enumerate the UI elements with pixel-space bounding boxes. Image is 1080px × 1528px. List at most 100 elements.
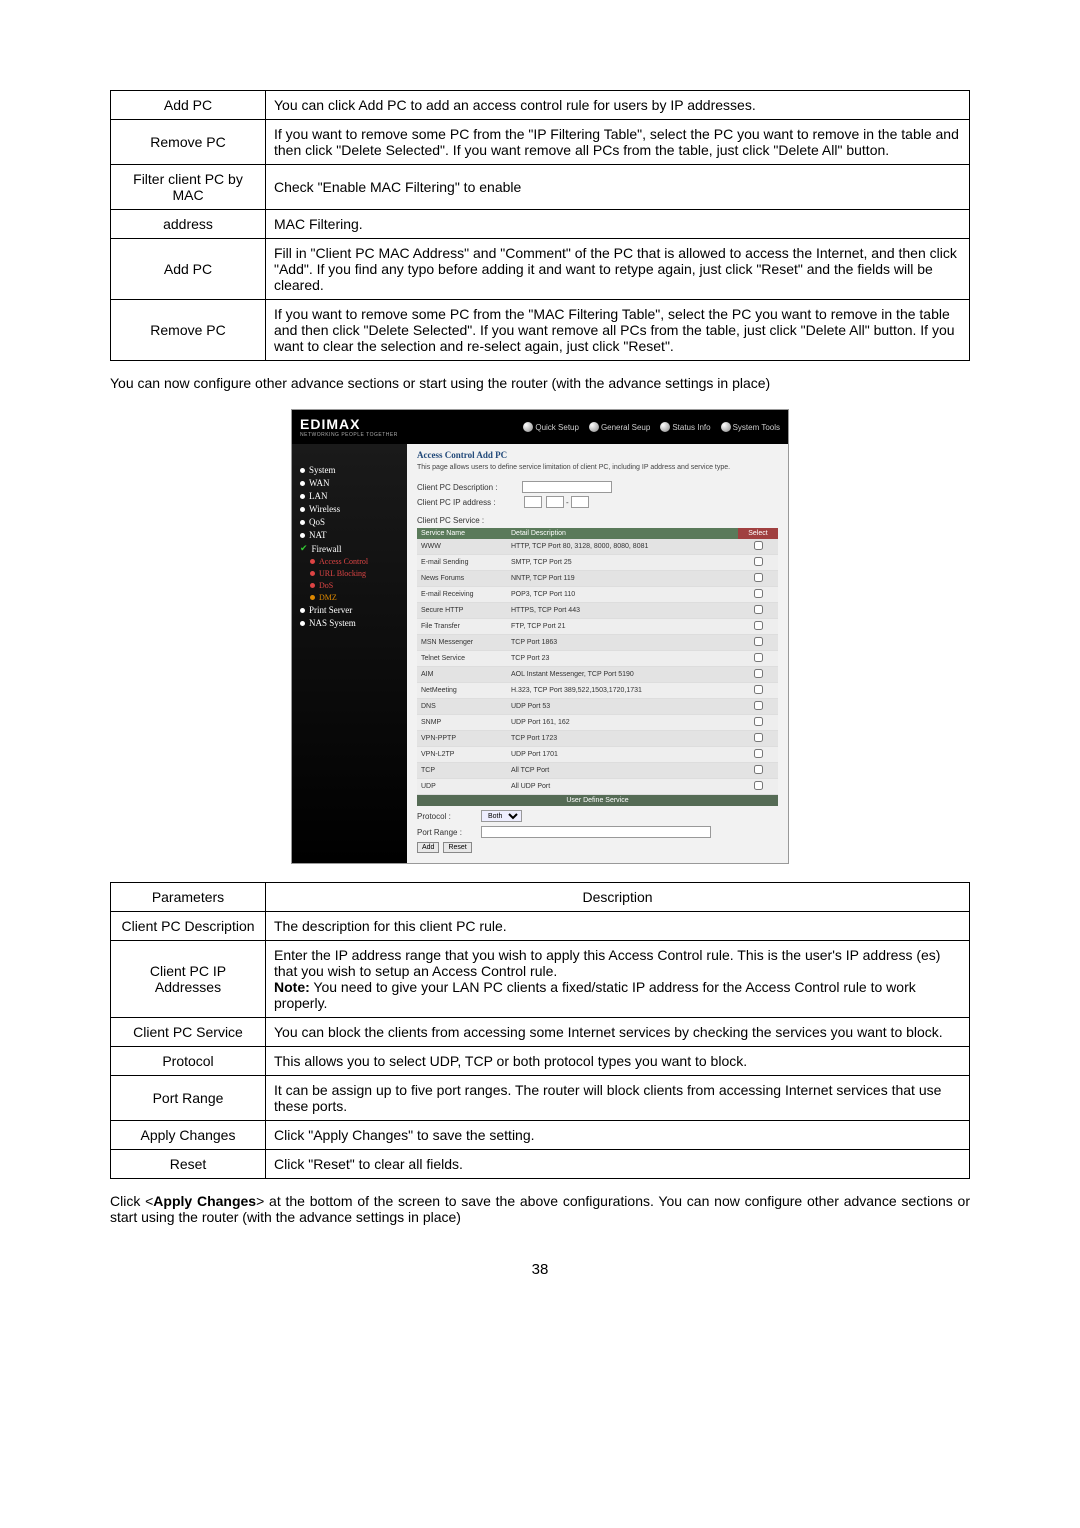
field-label-desc: Client PC Description : [417, 483, 522, 492]
table-row-param: Reset [111, 1150, 266, 1179]
sidebar-label: NAS System [309, 618, 356, 628]
table-row-desc: Click "Apply Changes" to save the settin… [266, 1121, 970, 1150]
sidebar-item[interactable]: Print Server [300, 605, 399, 615]
ip-input-1[interactable] [524, 496, 542, 508]
table-row-desc: You can block the clients from accessing… [266, 1018, 970, 1047]
svc-header-select: Select [738, 528, 778, 539]
sidebar-item[interactable]: Wireless [300, 504, 399, 514]
nav-label: Status Info [672, 423, 710, 432]
service-detail: SMTP, TCP Port 25 [507, 555, 738, 571]
service-row: VPN-PPTPTCP Port 1723 [417, 731, 778, 747]
service-checkbox[interactable] [754, 669, 763, 678]
service-row: E-mail ReceivingPOP3, TCP Port 110 [417, 587, 778, 603]
user-define-service-header: User Define Service [417, 795, 778, 806]
service-detail: All UDP Port [507, 779, 738, 795]
nav-item[interactable]: Status Info [660, 422, 710, 432]
bullet-icon [310, 583, 315, 588]
service-detail: AOL Instant Messenger, TCP Port 5190 [507, 667, 738, 683]
service-detail: HTTPS, TCP Port 443 [507, 603, 738, 619]
service-checkbox[interactable] [754, 621, 763, 630]
service-checkbox[interactable] [754, 605, 763, 614]
table-row-desc: Fill in "Client PC MAC Address" and "Com… [266, 239, 970, 300]
sidebar-label: NAT [309, 530, 327, 540]
sidebar-label: Wireless [309, 504, 340, 514]
ss-header: EDIMAX NETWORKING PEOPLE TOGETHER Quick … [292, 410, 788, 444]
bottom-parameters-table: Parameters Description Client PC Descrip… [110, 882, 970, 1179]
service-row: MSN MessengerTCP Port 1863 [417, 635, 778, 651]
service-row: UDPAll UDP Port [417, 779, 778, 795]
table-row-param: Port Range [111, 1076, 266, 1121]
ip-input-2[interactable] [546, 496, 564, 508]
ss-page-title: Access Control Add PC [417, 450, 778, 460]
service-row: TCPAll TCP Port [417, 763, 778, 779]
service-checkbox[interactable] [754, 541, 763, 550]
ss-sidebar: System WAN LAN Wireless QoS NAT ✔ Firewall Ac… [292, 444, 407, 863]
service-detail: NNTP, TCP Port 119 [507, 571, 738, 587]
service-checkbox[interactable] [754, 589, 763, 598]
service-checkbox[interactable] [754, 781, 763, 790]
service-checkbox[interactable] [754, 685, 763, 694]
sidebar-label: QoS [309, 517, 325, 527]
nav-item[interactable]: General Seup [589, 422, 650, 432]
service-row: File TransferFTP, TCP Port 21 [417, 619, 778, 635]
table-row-param: Add PC [111, 91, 266, 120]
sidebar-label: DoS [319, 581, 333, 590]
sidebar-item[interactable]: NAS System [300, 618, 399, 628]
nav-item[interactable]: System Tools [721, 422, 780, 432]
port-range-input[interactable] [481, 826, 711, 838]
sidebar-label: Access Control [319, 557, 368, 566]
service-detail: All TCP Port [507, 763, 738, 779]
sidebar-sub-item[interactable]: URL Blocking [310, 569, 399, 578]
sidebar-item[interactable]: LAN [300, 491, 399, 501]
sidebar-sub-item[interactable]: DMZ [310, 593, 399, 602]
service-detail: TCP Port 1723 [507, 731, 738, 747]
ss-top-nav: Quick Setup General Seup Status Info System… [523, 422, 780, 432]
service-detail: TCP Port 23 [507, 651, 738, 667]
service-checkbox[interactable] [754, 557, 763, 566]
ip-input-3[interactable] [571, 496, 589, 508]
logo-subtitle: NETWORKING PEOPLE TOGETHER [300, 432, 398, 438]
service-name: VPN-L2TP [417, 747, 507, 763]
service-checkbox[interactable] [754, 749, 763, 758]
service-name: E-mail Receiving [417, 587, 507, 603]
sidebar-item[interactable]: WAN [300, 478, 399, 488]
service-checkbox[interactable] [754, 653, 763, 662]
service-name: DNS [417, 699, 507, 715]
service-name: E-mail Sending [417, 555, 507, 571]
service-name: VPN-PPTP [417, 731, 507, 747]
sidebar-label: DMZ [319, 593, 337, 602]
service-row: WWWHTTP, TCP Port 80, 3128, 8000, 8080, … [417, 539, 778, 555]
nav-label: Quick Setup [535, 423, 579, 432]
reset-button[interactable]: Reset [443, 842, 471, 853]
bullet-icon [300, 481, 305, 486]
service-checkbox[interactable] [754, 765, 763, 774]
service-checkbox[interactable] [754, 701, 763, 710]
service-row: VPN-L2TPUDP Port 1701 [417, 747, 778, 763]
sidebar-label: URL Blocking [319, 569, 366, 578]
sidebar-item[interactable]: System [300, 465, 399, 475]
table-row-param: Protocol [111, 1047, 266, 1076]
sidebar-sub-item[interactable]: DoS [310, 581, 399, 590]
protocol-select[interactable]: Both [481, 810, 522, 822]
table-row-desc: It can be assign up to five port ranges.… [266, 1076, 970, 1121]
sidebar-item-firewall[interactable]: ✔ Firewall [300, 543, 399, 554]
sidebar-sub-item[interactable]: Access Control [310, 557, 399, 566]
table-row-desc: Check "Enable MAC Filtering" to enable [266, 165, 970, 210]
nav-item[interactable]: Quick Setup [523, 422, 579, 432]
client-pc-description-input[interactable] [522, 481, 612, 493]
service-checkbox[interactable] [754, 717, 763, 726]
service-table: Service Name Detail Description Select W… [417, 528, 778, 795]
service-detail: UDP Port 161, 162 [507, 715, 738, 731]
sidebar-item[interactable]: NAT [300, 530, 399, 540]
table-row-desc: If you want to remove some PC from the "… [266, 120, 970, 165]
service-name: TCP [417, 763, 507, 779]
service-name: MSN Messenger [417, 635, 507, 651]
add-button[interactable]: Add [417, 842, 439, 853]
service-checkbox[interactable] [754, 733, 763, 742]
service-checkbox[interactable] [754, 573, 763, 582]
ss-page-desc: This page allows users to define service… [417, 464, 778, 471]
table-row-desc: If you want to remove some PC from the "… [266, 300, 970, 361]
service-checkbox[interactable] [754, 637, 763, 646]
sidebar-item[interactable]: QoS [300, 517, 399, 527]
sidebar-label: System [309, 465, 336, 475]
